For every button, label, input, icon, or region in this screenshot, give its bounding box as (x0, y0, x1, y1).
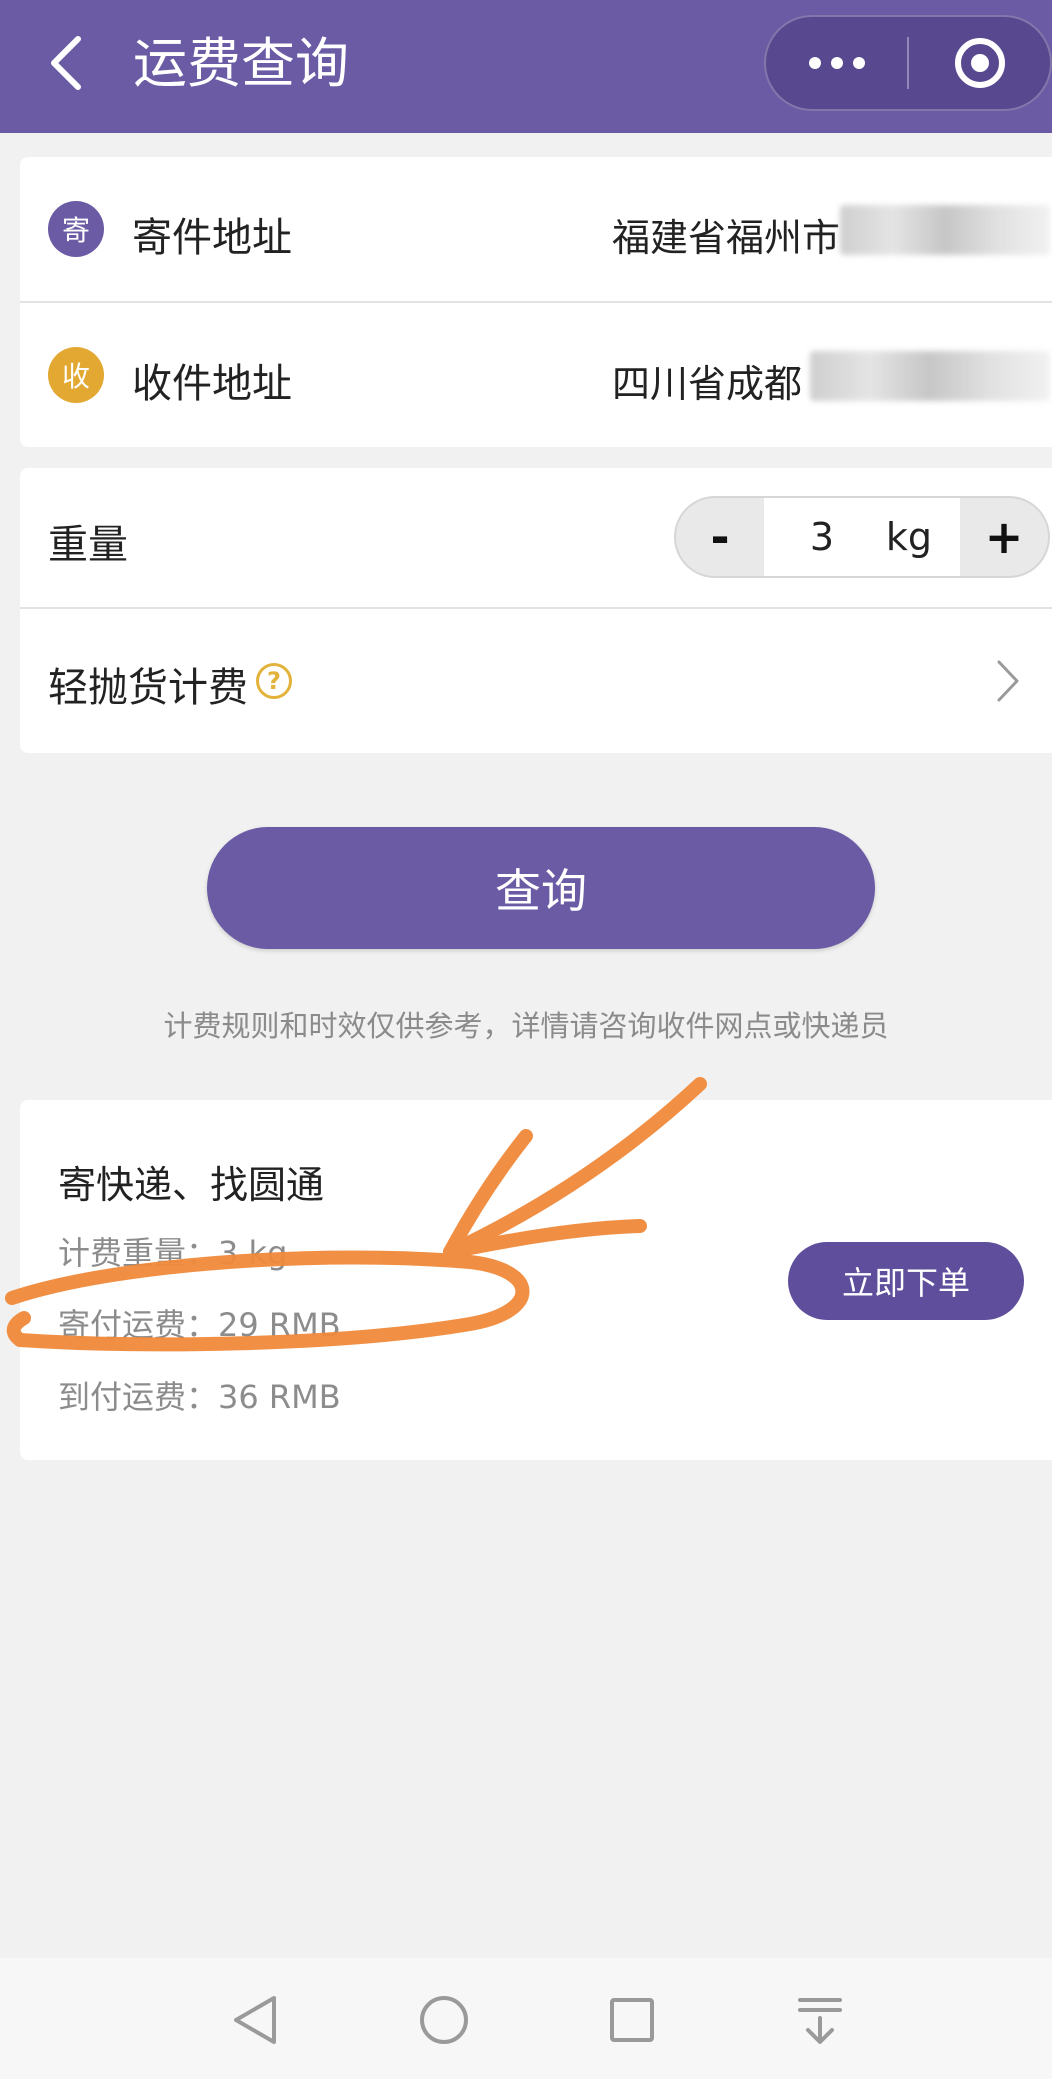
light-goods-row[interactable]: 轻抛货计费 ? (20, 609, 1052, 753)
help-icon[interactable]: ? (256, 663, 292, 699)
weight-card: 重量 - kg + 轻抛货计费 ? (20, 468, 1052, 753)
weight-input[interactable] (791, 515, 852, 559)
more-button[interactable] (766, 17, 907, 109)
collect-fee: 到付运费：36 RMB (58, 1378, 341, 1416)
title-bar: 运费查询 (0, 0, 1052, 133)
redacted-text (810, 351, 1050, 401)
circle-home-icon (420, 1996, 468, 2044)
order-now-button[interactable]: 立即下单 (788, 1242, 1024, 1320)
mini-program-capsule (764, 15, 1052, 111)
result-card: 寄快递、找圆通 计费重量：3 kg 寄付运费：29 RMB 到付运费：36 RM… (20, 1100, 1052, 1460)
receiver-address-value: 四川省成都 (612, 362, 803, 406)
nav-menu-button[interactable] (780, 1980, 860, 2060)
light-goods-label: 轻抛货计费 (48, 665, 248, 711)
weight-value-area: kg (764, 498, 960, 576)
increase-weight-button[interactable]: + (960, 498, 1048, 576)
weight-row: 重量 - kg + (20, 468, 1052, 606)
redacted-text (840, 205, 1050, 255)
query-button[interactable]: 查询 (207, 827, 875, 949)
close-mini-program-button[interactable] (909, 17, 1050, 109)
sender-address-label: 寄件地址 (132, 215, 292, 261)
system-nav-bar (0, 1958, 1052, 2079)
disclaimer-text: 计费规则和时效仅供参考，详情请咨询收件网点或快递员 (163, 1009, 889, 1043)
chevron-right-icon (997, 660, 1019, 702)
billing-weight: 计费重量：3 kg (58, 1234, 288, 1272)
prepaid-fee: 寄付运费：29 RMB (58, 1306, 341, 1344)
receiver-address-row[interactable]: 收 收件地址 四川省成都 (20, 303, 1052, 447)
receiver-badge: 收 (48, 347, 104, 403)
download-lines-icon (798, 1998, 842, 2044)
sender-address-row[interactable]: 寄 寄件地址 福建省福州市 (20, 157, 1052, 302)
triangle-back-icon (234, 1996, 276, 2044)
back-button[interactable] (40, 30, 90, 96)
decrease-weight-button[interactable]: - (676, 498, 764, 576)
weight-stepper: - kg + (674, 496, 1050, 578)
nav-recent-button[interactable] (592, 1980, 672, 2060)
sender-badge: 寄 (48, 201, 104, 257)
sender-address-value: 福建省福州市 (612, 216, 841, 260)
target-circle-icon (954, 38, 1005, 88)
weight-label: 重量 (48, 522, 128, 568)
more-dots-icon (808, 57, 865, 69)
nav-home-button[interactable] (404, 1980, 484, 2060)
chevron-left-icon (51, 36, 81, 90)
page-title: 运费查询 (133, 32, 349, 95)
receiver-address-label: 收件地址 (132, 361, 292, 407)
square-recent-icon (610, 1998, 654, 2042)
result-title: 寄快递、找圆通 (58, 1163, 325, 1207)
nav-back-button[interactable] (216, 1980, 296, 2060)
address-card: 寄 寄件地址 福建省福州市 收 收件地址 四川省成都 (20, 157, 1052, 447)
weight-unit: kg (885, 515, 933, 559)
